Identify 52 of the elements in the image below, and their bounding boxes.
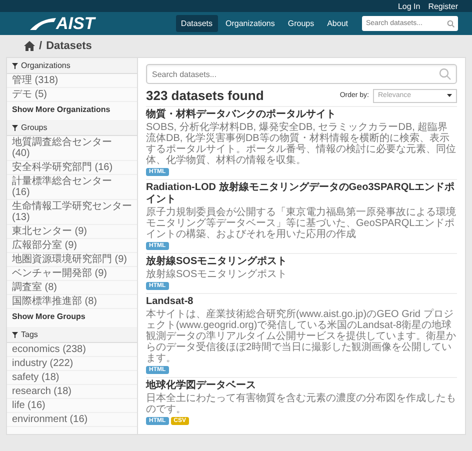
facet-item[interactable]: 生命情報工学研究センター (13) [7,200,137,225]
swoosh-icon [30,16,56,30]
dataset-description: 本サイトは、産業技術総合研究所(www.aist.go.jp)のGEO Grid プロジェクト(www.geogrid.org)で発信している米国のLandsat-8衛星の地球観測データの準リアルタイム公開サービスを提供しています。衛星からのデータ受信後ほぼ2時間で当日に撮影した観測画像を公開しています。 [146,309,457,364]
facet-item[interactable]: 東北センター (9) [7,225,137,239]
logo[interactable]: AIST [30,14,95,34]
home-icon[interactable] [24,41,35,51]
facet-item[interactable]: 計量標準総合センター (16) [7,175,137,200]
nav-link[interactable]: About [322,15,353,32]
facet-item[interactable]: 管理 (318) [7,74,137,88]
facet-item[interactable]: 国際標準推進部 (8) [7,295,137,309]
facet-item[interactable]: life (16) [7,399,137,413]
result-count: 323 datasets found [146,88,264,103]
facet-item[interactable]: 広報部分室 (9) [7,239,137,253]
caret-icon [447,93,452,98]
facet-header: Tags [7,327,137,343]
facet-header: Groups [7,120,137,136]
nav-link[interactable]: Organizations [220,15,280,32]
facet-item[interactable]: research (18) [7,385,137,399]
facet-item[interactable]: ベンチャー開発部 (9) [7,267,137,281]
facet-item[interactable]: economics (238) [7,343,137,357]
dataset-description: 日本全土にわたって有害物質を含む元素の濃度の分布図を作成したものです。 [146,393,457,415]
dataset-title[interactable]: 放射線SOSモニタリングポスト [146,256,457,268]
breadcrumb[interactable]: Datasets [46,40,92,52]
facet-header: Organizations [7,58,137,74]
facet-item[interactable]: safety (18) [7,371,137,385]
filter-icon [12,124,18,130]
show-more-link[interactable]: Show More Organizations [7,102,137,120]
search-icon [439,68,451,80]
dataset-description: 原子力規制委員会が公開する「東京電力福島第一原発事故による環境モニタリング等データベース」等に基づいた、GeoSPARQLエンドポイントの構築、およびそれを用いた応用の作成 [146,207,457,240]
search-icon [447,20,455,28]
dataset-description: 放射線SOSモニタリングポスト [146,269,288,280]
nav-link[interactable]: Datasets [176,15,218,32]
filter-icon [12,62,18,68]
search-field[interactable]: Search datasets... [146,64,457,84]
facet-item[interactable]: 地質調査総合センター (40) [7,136,137,161]
nav-link[interactable]: Groups [282,15,320,32]
dataset-title[interactable]: 地球化学図データベース [146,380,457,392]
breadcrumb-separator: / [39,40,42,52]
dataset-description: SOBS, 分析化学材料DB, 爆発安全DB, セラミックカラーDB, 超臨界流体DB, 化学災害事例DB等の物質・材料情報を横断的に検索、表示するポータルサイト。ポータル番号、情報の検討に必要な元素、同位体、化学物質、材料の情報を収集。 [146,122,457,166]
dataset-title[interactable]: Radiation-LOD 放射線モニタリングデータのGeo3SPARQLエンドポイント [146,182,457,206]
filter-icon [12,332,18,338]
facet-item[interactable]: industry (222) [7,357,137,371]
facet-item[interactable]: 調査室 (8) [7,281,137,295]
dataset-title[interactable]: 物質・材料データバンクのポータルサイト [146,109,457,121]
facet-item[interactable]: 安全科学研究部門 (16) [7,161,137,175]
facet-item[interactable]: 地圏資源環境研究部門 (9) [7,253,137,267]
account-link[interactable]: Register [428,2,458,10]
dataset-title[interactable]: Landsat-8 [146,296,457,308]
facet-item[interactable]: environment (16) [7,413,137,427]
facet-item[interactable]: デモ (5) [7,88,137,102]
account-link[interactable]: Log In [398,2,420,10]
show-more-link[interactable]: Show More Groups [7,309,137,327]
